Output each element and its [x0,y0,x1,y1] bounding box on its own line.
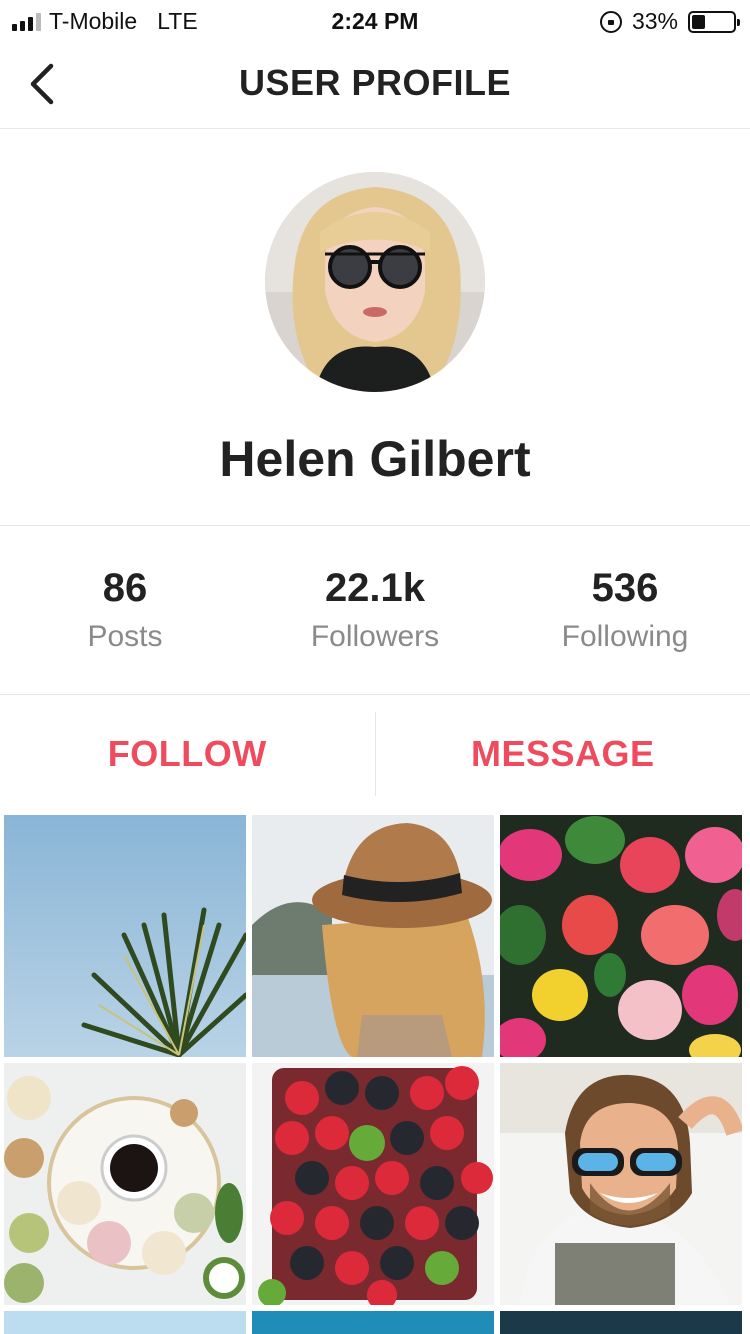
stat-value: 22.1k [324,566,426,610]
stat-value: 536 [591,566,659,610]
profile-stats: 86 Posts 22.1k Followers 536 Following [0,560,750,670]
battery-fill [692,14,706,29]
stat-posts[interactable]: 86 Posts [0,560,250,670]
stat-following[interactable]: 536 Following [500,560,750,670]
stat-followers[interactable]: 22.1k Followers [250,560,500,670]
ocean-photo [4,1311,246,1334]
dark-scene-photo [500,1311,742,1334]
stat-label: Followers [310,620,440,653]
status-right: 33% [599,8,740,35]
woman-with-hat-photo [252,815,494,1057]
photo-palm-tree[interactable] [4,815,246,1057]
photo-woman-hat[interactable] [252,815,494,1057]
photo-tulips[interactable] [500,815,742,1057]
follow-button[interactable]: FOLLOW [0,712,375,796]
battery-percent: 33% [631,8,678,34]
man-with-sunglasses-photo [500,1063,742,1305]
photo-berries[interactable] [252,1063,494,1305]
stat-label: Posts [87,620,163,653]
profile-name: Helen Gilbert [219,431,531,487]
photo-sea[interactable] [252,1311,494,1334]
status-bar: T-Mobile LTE 2:24 PM 33% [0,0,750,40]
profile-actions: FOLLOW MESSAGE [0,712,750,796]
berries-photo [252,1063,494,1305]
photo-man-sunglasses[interactable] [500,1063,742,1305]
macarons-coffee-photo [4,1063,246,1305]
avatar[interactable] [265,172,485,392]
page-title: USER PROFILE [238,62,512,103]
divider [0,694,750,695]
rotation-lock-icon [599,10,622,33]
tulips-photo [500,815,742,1057]
photo-macarons[interactable] [4,1063,246,1305]
avatar-photo [265,172,485,392]
divider [0,525,750,526]
photo-dark[interactable] [500,1311,742,1334]
stat-value: 86 [102,566,148,610]
stat-label: Following [561,620,689,653]
palm-tree-photo [4,815,246,1057]
sea-photo [252,1311,494,1334]
battery-icon [688,10,740,33]
photo-ocean[interactable] [4,1311,246,1334]
message-button[interactable]: MESSAGE [376,712,750,796]
navigation-bar: USER PROFILE [0,40,750,129]
